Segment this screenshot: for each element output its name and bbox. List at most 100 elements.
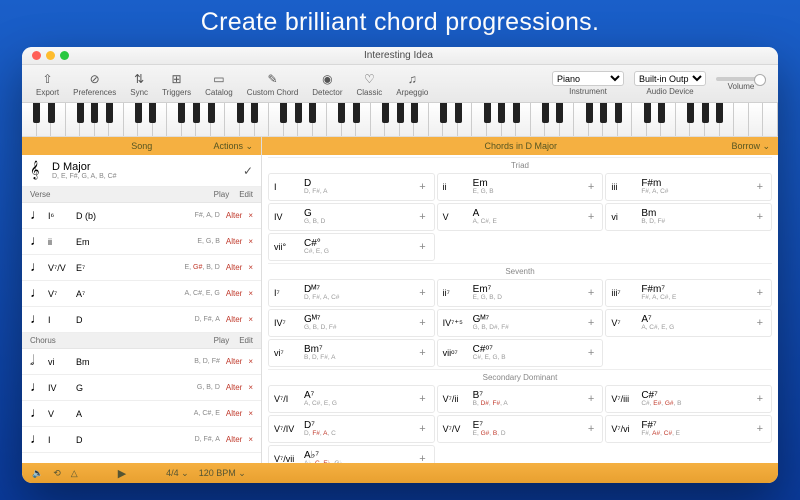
chord-cell[interactable]: iiiF#mF#, A, C#+ (605, 173, 772, 201)
actions-menu[interactable]: Actions ⌄ (213, 141, 253, 152)
play-section-button[interactable]: Play (214, 190, 230, 199)
chord-cell[interactable]: V⁷/viF#⁷F#, A#, C#, E+ (605, 415, 772, 443)
song-row[interactable]: ♩iiEmE, G, BAlter× (22, 229, 261, 255)
chord-cell[interactable]: V⁷/viiA♭⁷A♭, C, E♭, G♭+ (268, 445, 435, 463)
chord-cell[interactable]: IVGG, B, D+ (268, 203, 435, 231)
add-chord-button[interactable]: + (416, 347, 428, 359)
add-chord-button[interactable]: + (416, 393, 428, 405)
chord-cell[interactable]: V⁷/IVD⁷D, F#, A, C+ (268, 415, 435, 443)
add-chord-button[interactable]: + (585, 287, 597, 299)
add-chord-button[interactable]: + (585, 347, 597, 359)
delete-icon[interactable]: × (248, 211, 253, 220)
alter-button[interactable]: Alter (226, 435, 242, 444)
chord-cell[interactable]: ii⁷Em⁷E, G, B, D+ (437, 279, 604, 307)
add-chord-button[interactable]: + (416, 241, 428, 253)
black-key[interactable] (33, 103, 40, 123)
delete-icon[interactable]: × (248, 315, 253, 324)
close-button[interactable] (32, 51, 41, 60)
chord-cell[interactable]: iiEmE, G, B+ (437, 173, 604, 201)
delete-icon[interactable]: × (248, 383, 253, 392)
black-key[interactable] (91, 103, 98, 123)
black-key[interactable] (644, 103, 651, 123)
edit-section-button[interactable]: Edit (239, 336, 253, 345)
black-key[interactable] (702, 103, 709, 123)
alter-button[interactable]: Alter (226, 383, 242, 392)
black-key[interactable] (615, 103, 622, 123)
black-key[interactable] (77, 103, 84, 123)
chord-cell[interactable]: V⁷/VE⁷E, G#, B, D+ (437, 415, 604, 443)
delete-icon[interactable]: × (248, 435, 253, 444)
toolbar-custom-chord[interactable]: ✎Custom Chord (241, 71, 305, 97)
black-key[interactable] (440, 103, 447, 123)
add-chord-button[interactable]: + (754, 317, 766, 329)
toolbar-detector[interactable]: ◉Detector (306, 71, 348, 97)
song-row[interactable]: ♩IDD, F#, AAlter× (22, 427, 261, 453)
song-row[interactable]: ♩IDD, F#, AAlter× (22, 307, 261, 333)
song-row[interactable]: ♩VAA, C#, EAlter× (22, 401, 261, 427)
black-key[interactable] (556, 103, 563, 123)
black-key[interactable] (455, 103, 462, 123)
add-chord-button[interactable]: + (585, 181, 597, 193)
toolbar-sync[interactable]: ⇅Sync (124, 71, 154, 97)
toolbar-arpeggio[interactable]: ♫Arpeggio (390, 71, 434, 97)
toolbar-catalog[interactable]: ▭Catalog (199, 71, 239, 97)
zoom-button[interactable] (60, 51, 69, 60)
black-key[interactable] (237, 103, 244, 123)
add-chord-button[interactable]: + (585, 317, 597, 329)
play-button[interactable]: ▶ (118, 467, 126, 480)
delete-icon[interactable]: × (248, 237, 253, 246)
add-chord-button[interactable]: + (754, 211, 766, 223)
borrow-menu[interactable]: Borrow ⌄ (731, 141, 770, 152)
white-key[interactable] (734, 103, 749, 136)
black-key[interactable] (716, 103, 723, 123)
white-key[interactable] (763, 103, 778, 136)
black-key[interactable] (411, 103, 418, 123)
toolbar-export[interactable]: ⇧Export (30, 71, 65, 97)
white-key[interactable] (749, 103, 764, 136)
alter-button[interactable]: Alter (226, 237, 242, 246)
chord-cell[interactable]: V⁷A⁷A, C#, E, G+ (605, 309, 772, 337)
delete-icon[interactable]: × (248, 409, 253, 418)
black-key[interactable] (135, 103, 142, 123)
black-key[interactable] (193, 103, 200, 123)
alter-button[interactable]: Alter (226, 357, 242, 366)
black-key[interactable] (251, 103, 258, 123)
instrument-select[interactable]: Piano (552, 71, 624, 86)
audio-device-select[interactable]: Built-in Output (634, 71, 706, 86)
black-key[interactable] (48, 103, 55, 123)
chord-cell[interactable]: I⁷Dᴹ⁷D, F#, A, C#+ (268, 279, 435, 307)
alter-button[interactable]: Alter (226, 315, 242, 324)
chord-cell[interactable]: V⁷/IA⁷A, C#, E, G+ (268, 385, 435, 413)
toolbar-preferences[interactable]: ⊘Preferences (67, 71, 122, 97)
tempo-select[interactable]: 120 BPM ⌄ (199, 468, 246, 479)
black-key[interactable] (208, 103, 215, 123)
alter-button[interactable]: Alter (226, 289, 242, 298)
metronome-icon[interactable]: △ (71, 468, 78, 479)
black-key[interactable] (658, 103, 665, 123)
chord-cell[interactable]: vi⁷Bm⁷B, D, F#, A+ (268, 339, 435, 367)
chord-cell[interactable]: V⁷/iiB⁷B, D#, F#, A+ (437, 385, 604, 413)
black-key[interactable] (178, 103, 185, 123)
chord-cell[interactable]: V⁷/iiiC#⁷C#, E#, G#, B+ (605, 385, 772, 413)
chord-cell[interactable]: viiᵒ⁷C#ᵒ⁷C#, E, G, B+ (437, 339, 604, 367)
key-selector[interactable]: 𝄞 D Major D, E, F#, G, A, B, C# ✓ (22, 155, 261, 187)
add-chord-button[interactable]: + (754, 287, 766, 299)
black-key[interactable] (338, 103, 345, 123)
black-key[interactable] (498, 103, 505, 123)
black-key[interactable] (149, 103, 156, 123)
loop-icon[interactable]: ⟲ (53, 468, 61, 479)
song-row[interactable]: ♩IVGG, B, DAlter× (22, 375, 261, 401)
mute-icon[interactable]: 🔈 (32, 468, 43, 479)
chord-cell[interactable]: IDD, F#, A+ (268, 173, 435, 201)
song-row[interactable]: ♩V⁷A⁷A, C#, E, GAlter× (22, 281, 261, 307)
add-chord-button[interactable]: + (585, 211, 597, 223)
black-key[interactable] (309, 103, 316, 123)
minimize-button[interactable] (46, 51, 55, 60)
black-key[interactable] (280, 103, 287, 123)
black-key[interactable] (687, 103, 694, 123)
black-key[interactable] (586, 103, 593, 123)
add-chord-button[interactable]: + (416, 181, 428, 193)
black-key[interactable] (295, 103, 302, 123)
delete-icon[interactable]: × (248, 357, 253, 366)
black-key[interactable] (382, 103, 389, 123)
